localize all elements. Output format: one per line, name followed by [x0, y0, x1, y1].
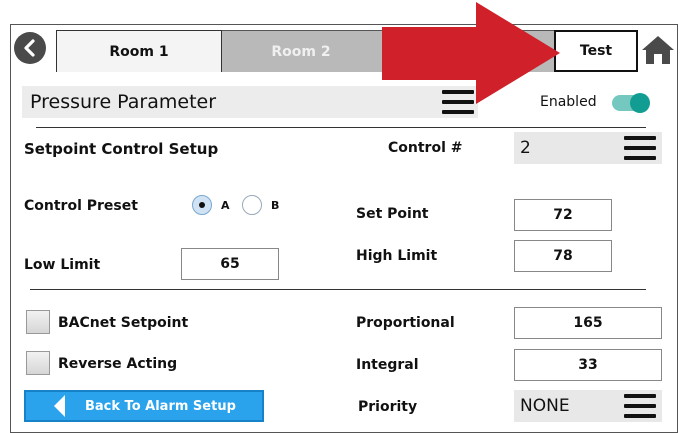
- reverse-acting-checkbox[interactable]: [26, 351, 50, 375]
- arrow-left-icon: [54, 395, 65, 417]
- proportional-value: 165: [573, 315, 603, 331]
- divider: [30, 289, 646, 290]
- preset-a-label: A: [221, 199, 230, 212]
- tab-room-2-label: Room 2: [271, 43, 331, 60]
- set-point-label: Set Point: [356, 206, 429, 222]
- proportional-field[interactable]: 165: [514, 307, 662, 339]
- toggle-knob: [630, 93, 650, 113]
- tab-hidden[interactable]: [380, 30, 554, 72]
- control-number-label: Control #: [388, 140, 463, 156]
- tab-room-1[interactable]: Room 1: [56, 30, 222, 72]
- reverse-acting-label: Reverse Acting: [58, 356, 178, 372]
- chevron-left-icon: [24, 39, 35, 57]
- preset-b-radio[interactable]: [242, 195, 262, 215]
- low-limit-field[interactable]: 65: [181, 248, 279, 280]
- high-limit-label: High Limit: [356, 248, 438, 264]
- parameter-select-value: Pressure Parameter: [30, 91, 217, 113]
- bacnet-setpoint-label: BACnet Setpoint: [58, 315, 189, 331]
- integral-label: Integral: [356, 357, 419, 373]
- proportional-label: Proportional: [356, 315, 455, 331]
- low-limit-label: Low Limit: [24, 257, 101, 273]
- control-preset-label: Control Preset: [24, 198, 138, 214]
- back-to-alarm-setup-button[interactable]: Back To Alarm Setup: [24, 390, 264, 422]
- tab-room-2[interactable]: Room 2: [222, 30, 380, 72]
- preset-a-radio[interactable]: [192, 195, 212, 215]
- menu-icon[interactable]: [624, 394, 656, 418]
- integral-field[interactable]: 33: [514, 349, 662, 381]
- priority-select[interactable]: NONE: [514, 390, 662, 422]
- menu-icon[interactable]: [442, 90, 474, 114]
- priority-value: NONE: [520, 396, 570, 416]
- low-limit-value: 65: [220, 256, 240, 272]
- set-point-value: 72: [553, 207, 573, 223]
- home-button[interactable]: [640, 32, 676, 68]
- divider: [36, 127, 646, 128]
- priority-label: Priority: [358, 399, 418, 415]
- menu-icon[interactable]: [624, 136, 656, 160]
- control-number-select[interactable]: 2: [514, 132, 662, 164]
- high-limit-field[interactable]: 78: [514, 240, 612, 272]
- enabled-label: Enabled: [540, 94, 597, 110]
- enabled-toggle[interactable]: [612, 93, 650, 113]
- high-limit-value: 78: [553, 248, 573, 264]
- back-to-alarm-setup-label: Back To Alarm Setup: [85, 398, 236, 414]
- tab-test[interactable]: Test: [554, 30, 638, 72]
- tab-test-label: Test: [579, 43, 613, 59]
- preset-b-label: B: [271, 199, 280, 212]
- bacnet-setpoint-checkbox[interactable]: [26, 310, 50, 334]
- tab-room-1-label: Room 1: [109, 43, 169, 60]
- integral-value: 33: [578, 357, 598, 373]
- set-point-field[interactable]: 72: [514, 199, 612, 231]
- parameter-select[interactable]: Pressure Parameter: [22, 86, 478, 118]
- section-title: Setpoint Control Setup: [24, 140, 219, 158]
- back-nav-button[interactable]: [14, 32, 46, 64]
- control-number-value: 2: [520, 138, 531, 158]
- home-icon: [642, 36, 674, 64]
